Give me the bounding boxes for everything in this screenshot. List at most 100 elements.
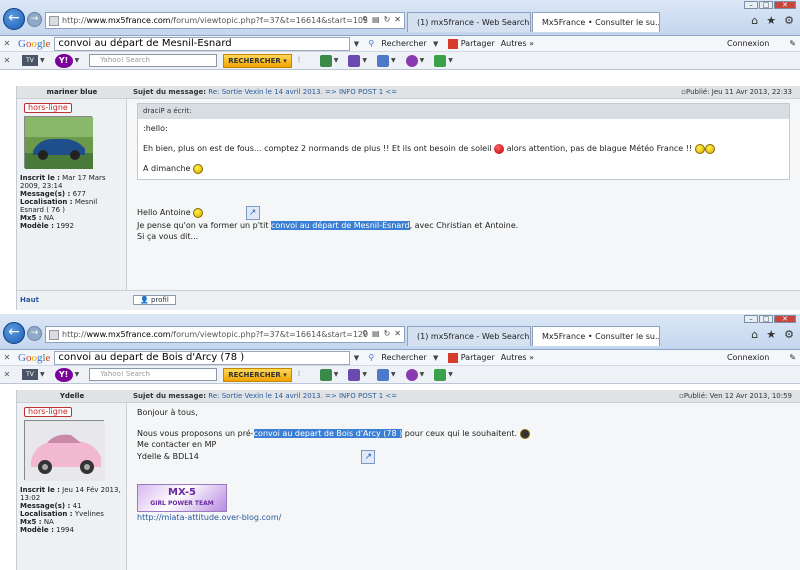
yahoo-logo-icon[interactable]: Y!: [54, 367, 73, 382]
subject-link[interactable]: Re: Sortie Vexin le 14 avril 2013. => IN…: [208, 392, 397, 400]
share-button[interactable]: Partager: [447, 352, 495, 363]
settings-gear-icon[interactable]: ⚙: [784, 14, 794, 27]
back-to-top-link[interactable]: Haut: [17, 296, 127, 304]
avatar: [24, 116, 93, 169]
yahoo-logo-icon[interactable]: Y!: [54, 53, 73, 68]
post-author[interactable]: mariner blue: [17, 88, 127, 96]
compat-view-icon[interactable]: ▤: [372, 15, 380, 24]
more-button[interactable]: Autres »: [501, 39, 534, 48]
yahoo-search-button[interactable]: RECHERCHER ▾: [223, 53, 292, 68]
wrench-icon[interactable]: ✎: [789, 39, 796, 48]
profile-localisation: Localisation : Yvelines: [20, 510, 104, 518]
addon-icon[interactable]: [319, 54, 332, 67]
home-icon[interactable]: ⌂: [751, 328, 758, 341]
maximize-button[interactable]: □: [759, 315, 773, 323]
games-icon[interactable]: [434, 368, 447, 381]
search-icon[interactable]: ⚲: [362, 329, 368, 338]
search-icon: ⚲: [368, 352, 375, 362]
avatar: [24, 420, 105, 481]
compat-view-icon[interactable]: ▤: [372, 329, 380, 338]
close-toolbar-icon[interactable]: ✕: [0, 39, 14, 48]
post-body: hors-ligne Inscrit le : Mar 17 Mars 2009…: [17, 99, 800, 290]
share-button[interactable]: Partager: [447, 38, 495, 49]
favorites-star-icon[interactable]: ★: [766, 328, 776, 341]
sun-smiley-icon: [494, 143, 505, 154]
google-logo: Google: [18, 351, 51, 364]
browser-toolbar: – □ ✕ ← → http://www.mx5france.com/forum…: [0, 314, 800, 350]
yahoo-search-input[interactable]: Yahoo! Search: [89, 54, 218, 67]
selected-text[interactable]: convoi au depart de Bois d'Arcy (78 ): [253, 429, 403, 438]
mail-icon[interactable]: [376, 54, 389, 67]
chevron-down-icon[interactable]: ▼: [350, 40, 362, 48]
close-window-button[interactable]: ✕: [774, 315, 796, 323]
news-icon[interactable]: [348, 368, 361, 381]
messenger-icon[interactable]: [405, 368, 418, 381]
games-icon[interactable]: [434, 54, 447, 67]
mail-icon[interactable]: [376, 368, 389, 381]
google-toolbar: ✕ Google convoi au départ de Mesnil-Esna…: [0, 36, 800, 52]
google-search-button[interactable]: ⚲ Rechercher ▼: [368, 353, 441, 363]
more-button[interactable]: Autres »: [501, 353, 534, 362]
chevron-down-icon: ▼: [433, 39, 439, 48]
address-bar[interactable]: http://www.mx5france.com/forum/viewtopic…: [45, 326, 405, 343]
news-icon[interactable]: [348, 54, 361, 67]
close-toolbar-icon[interactable]: ✕: [0, 353, 14, 362]
tab-mx5france[interactable]: Mx5France • Consulter le su... ✕: [532, 326, 660, 346]
google-search-button[interactable]: ⚲ Rechercher ▼: [368, 39, 441, 49]
close-toolbar-icon[interactable]: ✕: [0, 370, 14, 379]
forward-arrow-icon[interactable]: →: [27, 12, 42, 27]
forward-arrow-icon[interactable]: →: [27, 326, 42, 341]
tv-icon[interactable]: TV: [22, 369, 38, 380]
wrench-icon[interactable]: ✎: [789, 353, 796, 362]
smiley-icon: [519, 428, 530, 439]
post-body: hors-ligne Inscrit le : Jeu 14 Fév 2013,…: [17, 403, 800, 570]
tab-web-search[interactable]: (1) mx5france - Web Search Re...: [407, 326, 531, 346]
login-link[interactable]: Connexion: [727, 353, 769, 362]
back-arrow-icon[interactable]: ←: [3, 322, 25, 344]
search-icon: ⚲: [368, 38, 375, 48]
addon-icon[interactable]: [319, 368, 332, 381]
home-icon[interactable]: ⌂: [751, 14, 758, 27]
smiley-icon: [193, 207, 204, 218]
login-link[interactable]: Connexion: [727, 39, 769, 48]
selected-text[interactable]: convoi au départ de Mesnil-Esnard: [270, 221, 410, 230]
settings-gear-icon[interactable]: ⚙: [784, 328, 794, 341]
smiley-icon: [704, 143, 715, 154]
yahoo-toolbar: ✕ TV ▼ Y! ▼ Yahoo! Search RECHERCHER ▾ ⁞ ▼…: [0, 52, 800, 70]
favorites-star-icon[interactable]: ★: [766, 14, 776, 27]
address-bar[interactable]: http://www.mx5france.com/forum/viewtopic…: [45, 12, 405, 29]
tab-mx5france[interactable]: Mx5France • Consulter le su... ✕: [532, 12, 660, 32]
back-arrow-icon[interactable]: ←: [3, 8, 25, 30]
yahoo-search-input[interactable]: Yahoo! Search: [89, 368, 218, 381]
smiley-icon: [694, 143, 705, 154]
smiley-icon: [193, 163, 204, 174]
maximize-button[interactable]: □: [759, 1, 773, 9]
post-author[interactable]: Ydelle: [17, 392, 127, 400]
close-window-button[interactable]: ✕: [774, 1, 796, 9]
messenger-icon[interactable]: [405, 54, 418, 67]
refresh-icon[interactable]: ↻: [384, 15, 391, 24]
google-search-input[interactable]: convoi au départ de Mesnil-Esnard: [54, 36, 351, 51]
refresh-icon[interactable]: ↻: [384, 329, 391, 338]
search-icon[interactable]: ⚲: [362, 15, 368, 24]
minimize-button[interactable]: –: [744, 315, 758, 323]
signature-link[interactable]: http://miata-attitude.over-blog.com/: [137, 512, 790, 523]
profile-button[interactable]: 👤 profil: [133, 294, 176, 305]
highlight-icon[interactable]: ⁞: [298, 55, 310, 67]
google-search-input[interactable]: convoi au depart de Bois d'Arcy (78 ): [54, 350, 351, 365]
tab-web-search[interactable]: (1) mx5france - Web Search Re...: [407, 12, 531, 32]
post-date: ▫Publié: Jeu 11 Avr 2013, 22:33: [681, 88, 792, 96]
tv-icon[interactable]: TV: [22, 55, 38, 66]
stop-icon[interactable]: ✕: [394, 329, 401, 338]
chevron-down-icon[interactable]: ▼: [350, 354, 362, 362]
close-toolbar-icon[interactable]: ✕: [0, 56, 14, 65]
subject-link[interactable]: Re: Sortie Vexin le 14 avril 2013. => IN…: [208, 88, 397, 96]
search-link-icon[interactable]: ↗: [361, 450, 376, 464]
browser-toolbar: – □ ✕ ← → http://www.mx5france.com/forum…: [0, 0, 800, 36]
highlight-icon[interactable]: ⁞: [298, 369, 310, 381]
quote-block: draciP a écrit: :hello: Eh bien, plus on…: [137, 103, 790, 180]
yahoo-search-button[interactable]: RECHERCHER ▾: [223, 367, 292, 382]
search-link-icon[interactable]: ↗: [245, 206, 260, 220]
stop-icon[interactable]: ✕: [394, 15, 401, 24]
minimize-button[interactable]: –: [744, 1, 758, 9]
